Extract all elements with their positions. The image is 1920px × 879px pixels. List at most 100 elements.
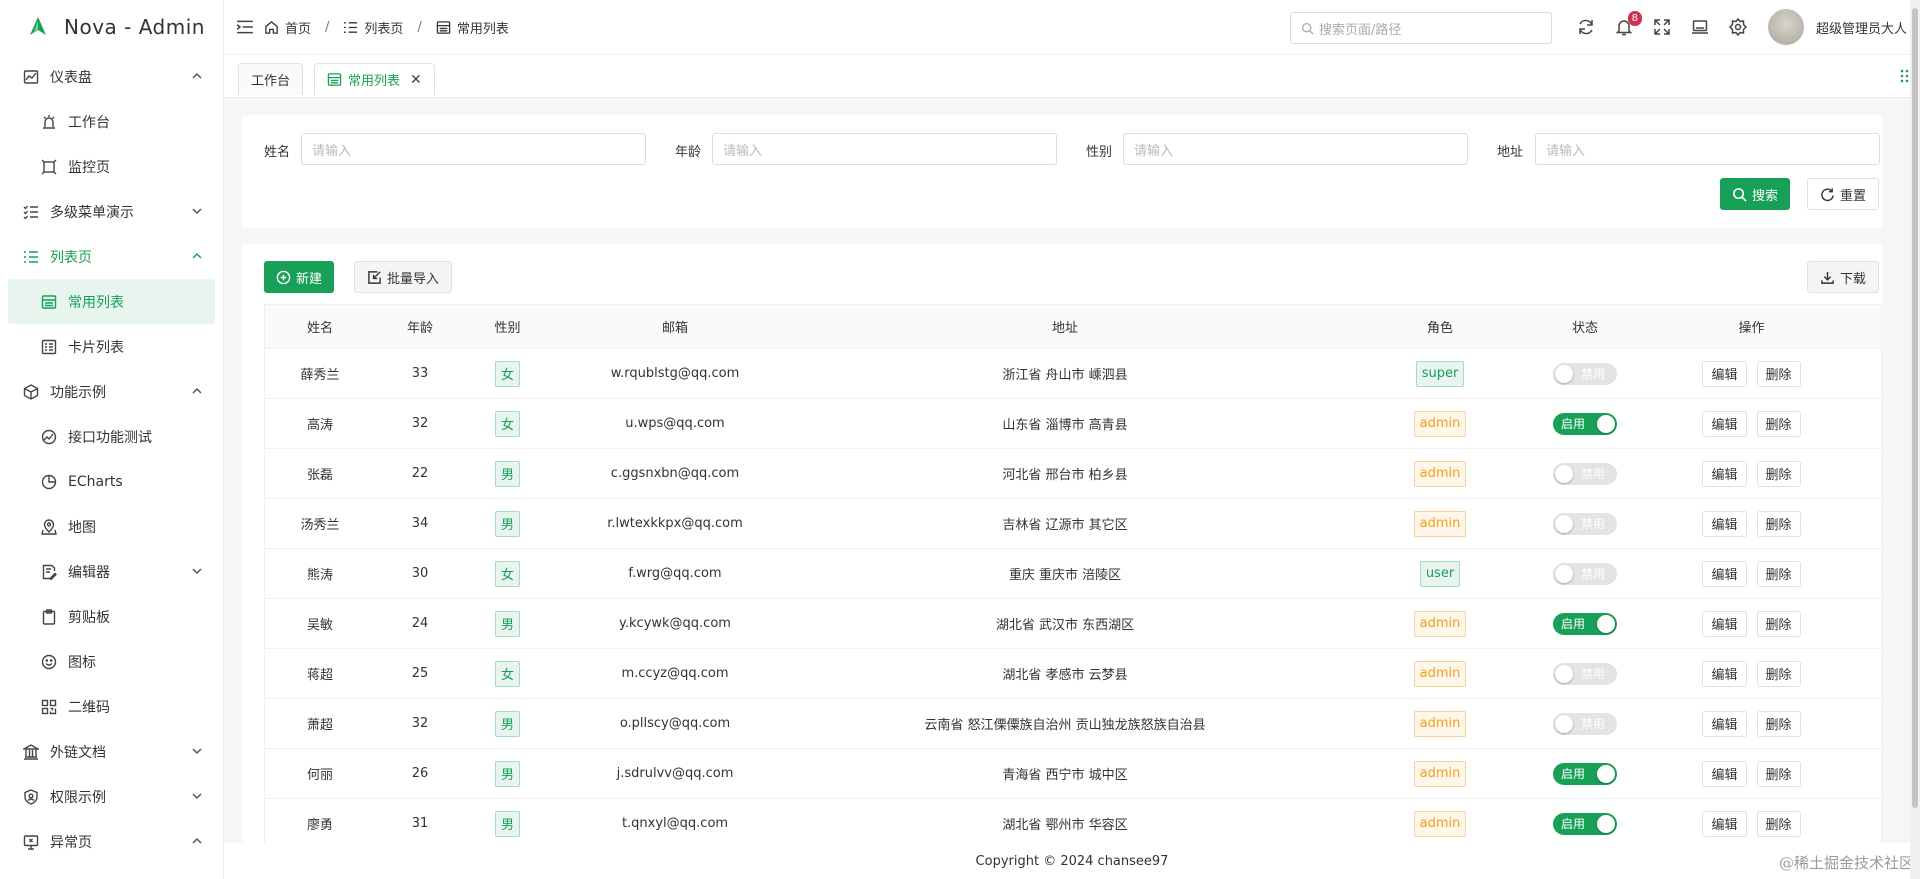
tab-workbench[interactable]: 工作台: [238, 63, 304, 95]
cell-name: 高涛: [306, 418, 333, 433]
delete-button[interactable]: 删除: [1756, 410, 1801, 437]
delete-button[interactable]: 删除: [1756, 760, 1801, 787]
close-icon[interactable]: ✕: [410, 72, 422, 88]
menu-qrcode[interactable]: 二维码: [0, 684, 223, 729]
col-age[interactable]: 年龄: [375, 305, 465, 348]
refresh-icon[interactable]: [1576, 17, 1596, 37]
tab-common-list[interactable]: 常用列表 ✕: [314, 63, 435, 95]
delete-button[interactable]: 删除: [1756, 710, 1801, 737]
cell-role: admin: [1330, 399, 1550, 448]
edit-button[interactable]: 编辑: [1702, 810, 1747, 837]
cell-name: 张磊: [306, 468, 333, 483]
menu-common-list[interactable]: 常用列表: [8, 279, 215, 324]
menu-external-docs[interactable]: 外链文档: [0, 729, 223, 774]
menu-map[interactable]: 地图: [0, 504, 223, 549]
menu-editor[interactable]: 编辑器: [0, 549, 223, 594]
menu-echarts[interactable]: ECharts: [0, 459, 223, 504]
user-avatar[interactable]: [1768, 9, 1804, 45]
cell-age: 24: [411, 616, 429, 631]
breadcrumb-home[interactable]: 首页: [264, 18, 311, 37]
menu-listpage[interactable]: 列表页: [0, 234, 223, 279]
age-input[interactable]: 请输入: [712, 133, 1057, 165]
cell-address: 云南省 怒江傈僳族自治州 贡山独龙族怒族自治县: [924, 718, 1206, 733]
cell-gender: 男: [465, 749, 550, 798]
status-toggle[interactable]: 禁用: [1553, 662, 1617, 685]
breadcrumb-listpage[interactable]: 列表页: [343, 18, 403, 37]
fullscreen-icon[interactable]: [1652, 17, 1672, 37]
reset-button[interactable]: 重置: [1807, 178, 1880, 210]
gender-input[interactable]: 请输入: [1123, 133, 1468, 165]
page-scrollbar[interactable]: [1910, 0, 1920, 879]
status-toggle[interactable]: 启用: [1553, 812, 1617, 835]
address-input[interactable]: 请输入: [1535, 133, 1880, 165]
col-gender[interactable]: 性别: [465, 305, 550, 348]
status-toggle[interactable]: 禁用: [1553, 562, 1617, 585]
table-header: 姓名 年龄 性别 邮箱 地址 角色 状态 操作: [265, 305, 1881, 349]
menu-features[interactable]: 功能示例: [0, 369, 223, 414]
batch-import-button[interactable]: 批量导入: [354, 261, 453, 293]
menu-icons[interactable]: 图标: [0, 639, 223, 684]
monitor-error-icon: [22, 833, 40, 851]
menu-permission[interactable]: 权限示例: [0, 774, 223, 819]
col-status[interactable]: 状态: [1550, 305, 1620, 348]
menu-collapse-icon[interactable]: [236, 18, 254, 36]
cell-role: user: [1330, 549, 1550, 598]
app-logo[interactable]: Nova - Admin: [0, 0, 223, 54]
username[interactable]: 超级管理员大人: [1816, 18, 1907, 37]
role-tag: admin: [1413, 660, 1467, 687]
edit-button[interactable]: 编辑: [1702, 660, 1747, 687]
status-toggle[interactable]: 禁用: [1553, 712, 1617, 735]
col-name[interactable]: 姓名: [265, 305, 375, 348]
edit-button[interactable]: 编辑: [1702, 560, 1747, 587]
global-search-input[interactable]: 搜索页面/路径: [1290, 12, 1552, 44]
menu-workbench[interactable]: 工作台: [0, 99, 223, 144]
menu-dashboard[interactable]: 仪表盘: [0, 54, 223, 99]
menu-card-list[interactable]: 卡片列表: [0, 324, 223, 369]
laptop-icon[interactable]: [1690, 17, 1710, 37]
delete-button[interactable]: 删除: [1756, 360, 1801, 387]
menu-exception[interactable]: 异常页: [0, 819, 223, 864]
new-button[interactable]: 新建: [264, 261, 335, 293]
sidebar-menu: 仪表盘 工作台 监控页 多级菜单演示 列表页 常用列表 卡片列表 功能示例 接口…: [0, 54, 223, 864]
toggle-knob: [1555, 464, 1573, 483]
name-input[interactable]: 请输入: [301, 133, 646, 165]
status-toggle[interactable]: 禁用: [1553, 512, 1617, 535]
status-toggle[interactable]: 启用: [1553, 762, 1617, 785]
status-toggle[interactable]: 禁用: [1553, 362, 1617, 385]
cell-actions: 编辑 删除: [1620, 449, 1883, 498]
menu-multilevel[interactable]: 多级菜单演示: [0, 189, 223, 234]
status-toggle[interactable]: 启用: [1553, 412, 1617, 435]
settings-icon[interactable]: [1728, 17, 1748, 37]
role-tag: admin: [1413, 710, 1467, 737]
col-address[interactable]: 地址: [800, 305, 1330, 348]
menu-clipboard[interactable]: 剪贴板: [0, 594, 223, 639]
gender-tag: 男: [494, 510, 520, 537]
delete-button[interactable]: 删除: [1756, 510, 1801, 537]
delete-button[interactable]: 删除: [1756, 810, 1801, 837]
status-toggle[interactable]: 禁用: [1553, 462, 1617, 485]
edit-button[interactable]: 编辑: [1702, 510, 1747, 537]
col-email[interactable]: 邮箱: [550, 305, 800, 348]
gender-tag: 女: [494, 410, 520, 437]
scrollbar-thumb[interactable]: [1912, 8, 1918, 808]
download-button[interactable]: 下载: [1807, 261, 1880, 293]
menu-monitor[interactable]: 监控页: [0, 144, 223, 189]
status-toggle[interactable]: 启用: [1553, 612, 1617, 635]
delete-button[interactable]: 删除: [1756, 460, 1801, 487]
menu-label: 外链文档: [50, 744, 106, 761]
search-button[interactable]: 搜索: [1720, 178, 1791, 210]
edit-button[interactable]: 编辑: [1702, 360, 1747, 387]
edit-button[interactable]: 编辑: [1702, 760, 1747, 787]
edit-button[interactable]: 编辑: [1702, 410, 1747, 437]
footer: Copyright © 2024 chansee97: [224, 843, 1920, 879]
delete-button[interactable]: 删除: [1756, 560, 1801, 587]
delete-button[interactable]: 删除: [1756, 660, 1801, 687]
edit-button[interactable]: 编辑: [1702, 710, 1747, 737]
edit-button[interactable]: 编辑: [1702, 460, 1747, 487]
delete-button[interactable]: 删除: [1756, 610, 1801, 637]
notification-bell[interactable]: 8: [1614, 11, 1642, 37]
edit-button[interactable]: 编辑: [1702, 610, 1747, 637]
col-role[interactable]: 角色: [1330, 305, 1550, 348]
cell-actions: 编辑 删除: [1620, 499, 1883, 548]
menu-api-test[interactable]: 接口功能测试: [0, 414, 223, 459]
